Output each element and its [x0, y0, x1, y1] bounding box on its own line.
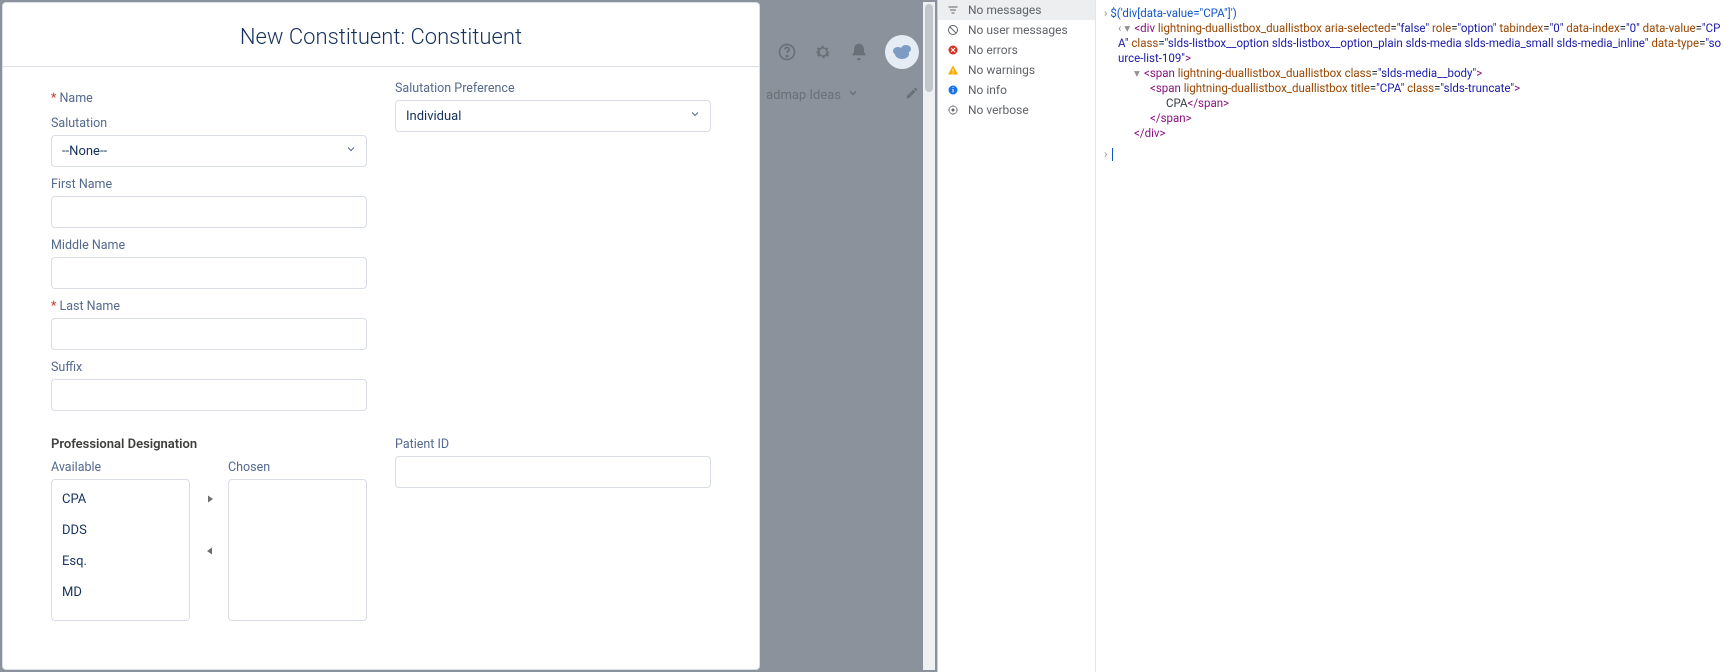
- middle-name-input[interactable]: [51, 257, 367, 289]
- salutation-pref-label: Salutation Preference: [395, 81, 711, 96]
- move-left-button[interactable]: [198, 542, 220, 564]
- console-filter-item[interactable]: No messages: [938, 0, 1095, 20]
- console-output[interactable]: › $('div[data-value="CPA"]') ‹ ▾<div lig…: [1096, 0, 1730, 672]
- new-constituent-modal: New Constituent: Constituent Name Saluta…: [2, 2, 760, 670]
- warn-icon: [946, 63, 960, 77]
- modal-title: New Constituent: Constituent: [3, 3, 759, 67]
- console-filter-item[interactable]: No info: [938, 80, 1095, 100]
- first-name-input[interactable]: [51, 196, 367, 228]
- last-name-input[interactable]: [51, 318, 367, 350]
- no-user-icon: [946, 23, 960, 37]
- filter-label: No warnings: [968, 63, 1035, 77]
- nav-tab-fragment: admap Ideas: [766, 78, 937, 112]
- patient-id-input[interactable]: [395, 456, 711, 488]
- filter-label: No messages: [968, 3, 1041, 17]
- available-listbox[interactable]: CPADDSEsq.MD: [51, 479, 190, 621]
- chosen-listbox[interactable]: [228, 479, 367, 621]
- prof-designation-label: Professional Designation: [51, 437, 367, 452]
- devtools-pane: No messages No user messages No errors No w…: [937, 0, 1730, 672]
- listbox-option[interactable]: DDS: [52, 515, 189, 546]
- console-filter-item[interactable]: No warnings: [938, 60, 1095, 80]
- console-filter-item[interactable]: No verbose: [938, 100, 1095, 120]
- available-label: Available: [51, 460, 190, 475]
- name-section-label: Name: [51, 91, 367, 106]
- filter-label: No verbose: [968, 103, 1029, 117]
- listbox-option[interactable]: CPA: [52, 484, 189, 515]
- verbose-icon: [946, 103, 960, 117]
- filter-icon: [946, 3, 960, 17]
- suffix-input[interactable]: [51, 379, 367, 411]
- console-command: $('div[data-value="CPA"]'): [1110, 6, 1236, 20]
- console-filter-item[interactable]: No user messages: [938, 20, 1095, 40]
- gear-icon[interactable]: [813, 42, 833, 62]
- chevron-down-icon[interactable]: [847, 87, 859, 103]
- salesforce-pane: admap Ideas New Constituent: Constituent…: [0, 0, 937, 672]
- chosen-label: Chosen: [228, 460, 367, 475]
- middle-name-label: Middle Name: [51, 238, 367, 253]
- filter-label: No info: [968, 83, 1007, 97]
- first-name-label: First Name: [51, 177, 367, 192]
- move-right-button[interactable]: [198, 490, 220, 512]
- salutation-label: Salutation: [51, 116, 367, 131]
- pencil-icon[interactable]: [905, 86, 919, 104]
- patient-id-label: Patient ID: [395, 437, 711, 452]
- filter-label: No user messages: [968, 23, 1068, 37]
- help-icon[interactable]: [777, 42, 797, 62]
- modal-scrollbar[interactable]: [923, 2, 935, 670]
- console-filter-sidebar: No messages No user messages No errors No w…: [938, 0, 1096, 672]
- console-filter-item[interactable]: No errors: [938, 40, 1095, 60]
- last-name-label: Last Name: [51, 299, 367, 314]
- filter-label: No errors: [968, 43, 1018, 57]
- avatar[interactable]: [885, 35, 919, 69]
- listbox-option[interactable]: Esq.: [52, 546, 189, 577]
- info-icon: [946, 83, 960, 97]
- salutation-select[interactable]: --None--: [51, 135, 367, 167]
- listbox-option[interactable]: MD: [52, 577, 189, 608]
- suffix-label: Suffix: [51, 360, 367, 375]
- error-icon: [946, 43, 960, 57]
- tab-label[interactable]: admap Ideas: [766, 88, 841, 103]
- global-header-icons: [741, 32, 937, 72]
- console-cursor[interactable]: [1112, 148, 1113, 161]
- salutation-pref-select[interactable]: Individual: [395, 100, 711, 132]
- bell-icon[interactable]: [849, 42, 869, 62]
